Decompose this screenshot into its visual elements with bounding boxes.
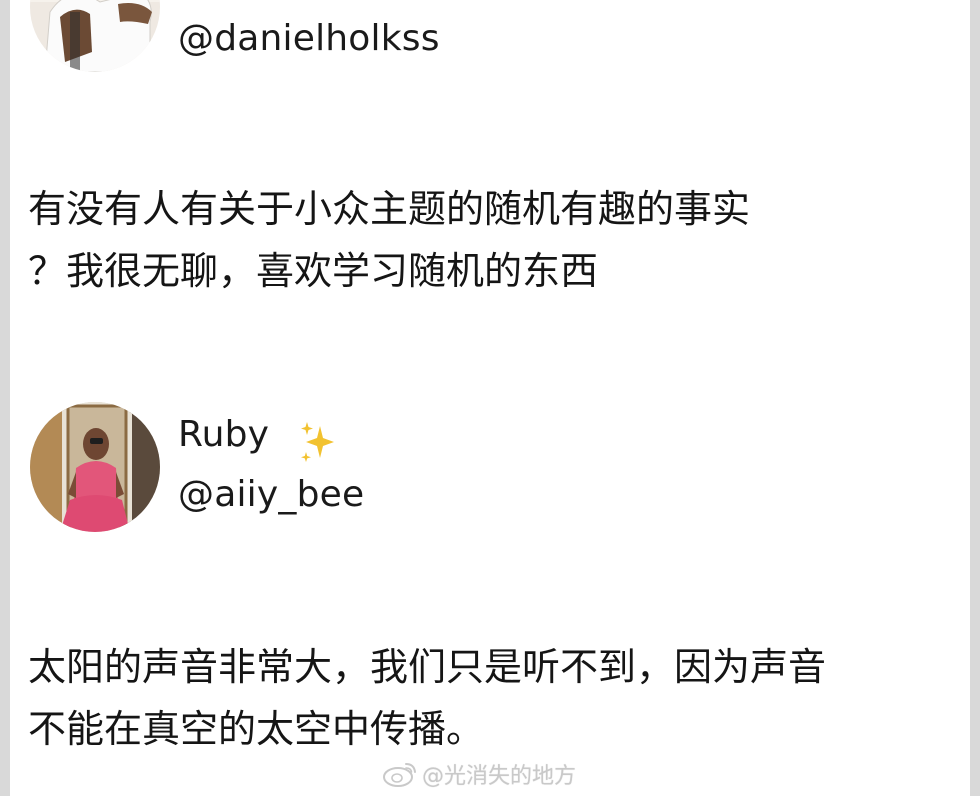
weibo-logo-icon [383, 763, 416, 787]
right-edge-border [970, 0, 980, 796]
post-body-line: ？我很无聊，喜欢学习随机的东西 [28, 249, 599, 293]
post-author-handle[interactable]: @danielholkss [178, 18, 440, 59]
post-body: 太阳的声音非常大，我们只是听不到，因为声音 不能在真空的太空中传播。 [28, 636, 928, 760]
post-body-line: 太阳的声音非常大，我们只是听不到，因为声音 [28, 645, 827, 689]
post-body-line: 有没有人有关于小众主题的随机有趣的事实 [28, 187, 751, 231]
watermark-text: @光消失的地方 [422, 764, 577, 789]
avatar[interactable] [30, 0, 160, 72]
left-edge-border [0, 0, 10, 796]
person-photo-avatar [30, 0, 160, 72]
post-author-handle[interactable]: @aiiy_bee [178, 474, 364, 515]
person-photo-avatar [30, 402, 160, 532]
avatar[interactable] [30, 402, 160, 532]
sparkles-icon [301, 422, 334, 462]
post-body: 有没有人有关于小众主题的随机有趣的事实 ？我很无聊，喜欢学习随机的东西 [28, 178, 928, 302]
post-body-line: 不能在真空的太空中传播。 [28, 707, 485, 751]
post-author-name[interactable]: Ruby [178, 414, 269, 455]
watermark: @光消失的地方 [382, 758, 576, 790]
